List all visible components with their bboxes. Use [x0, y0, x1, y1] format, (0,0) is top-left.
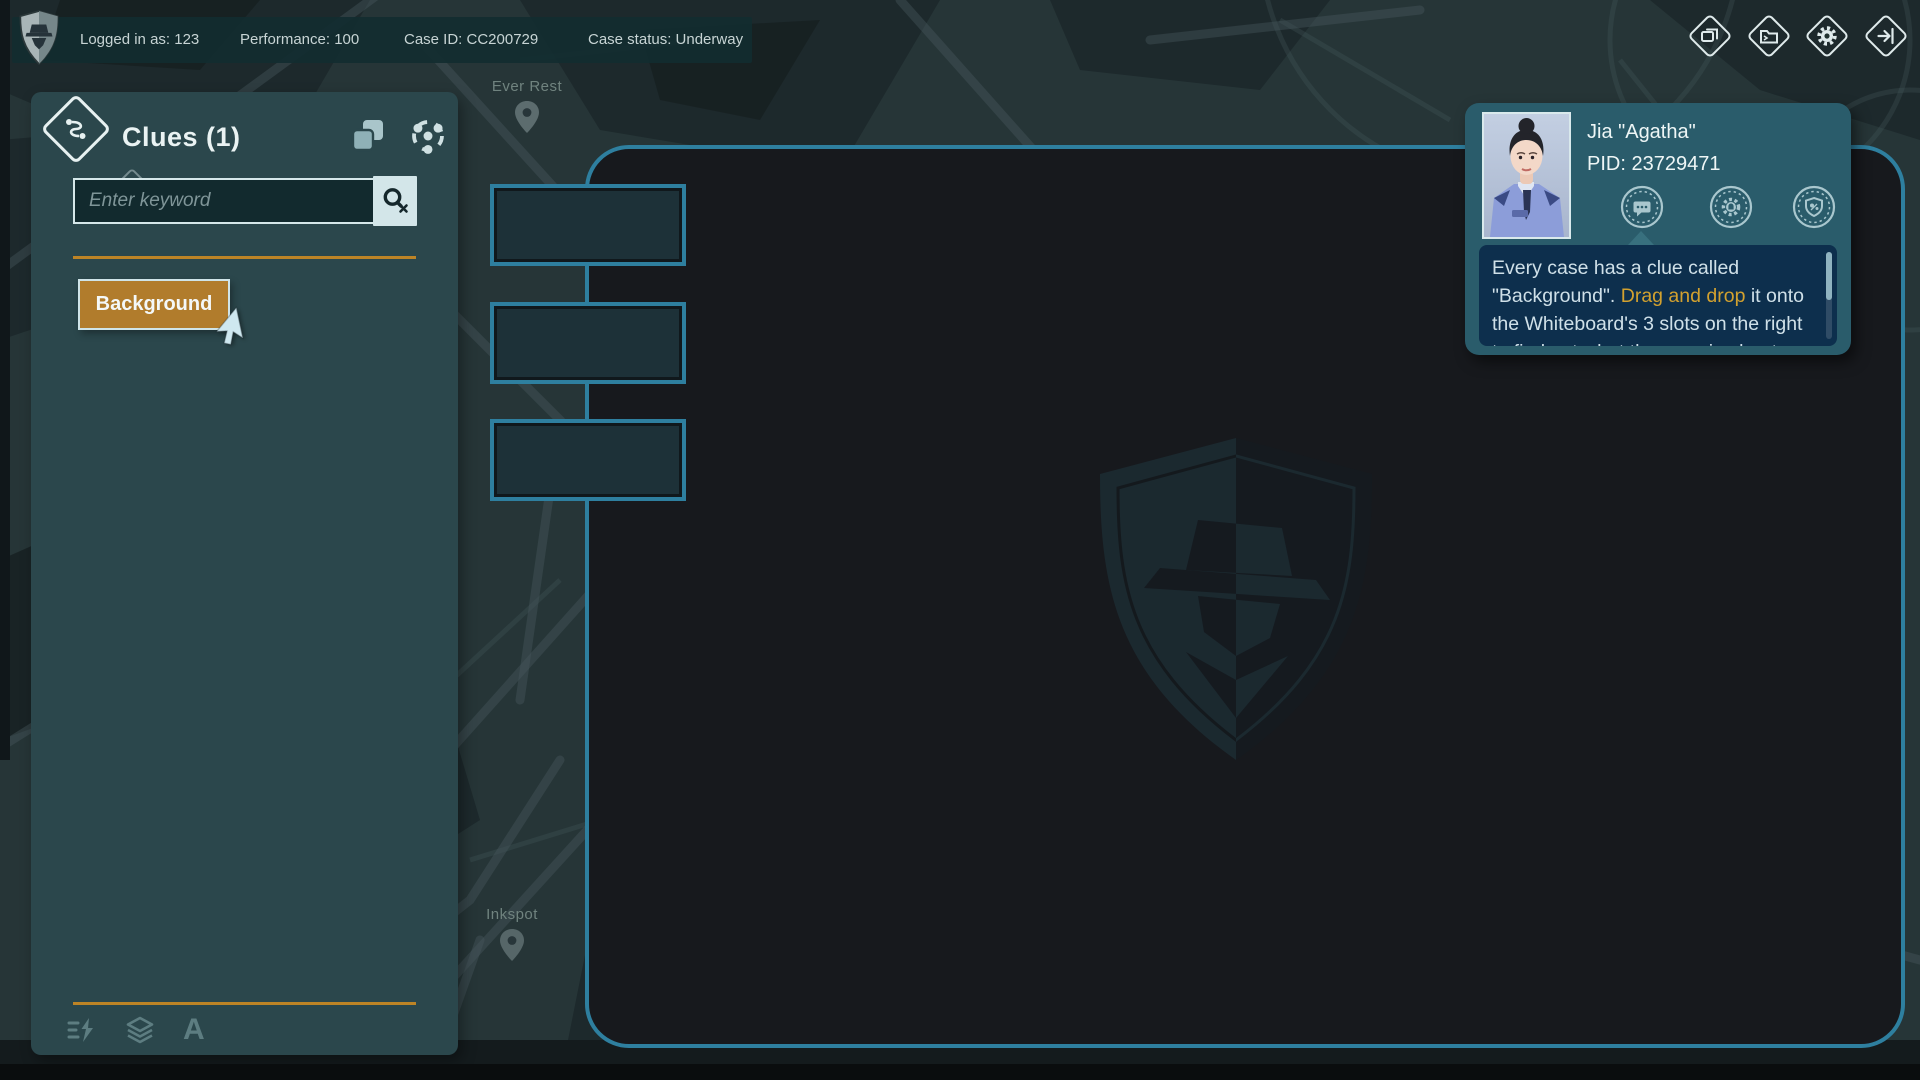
- tooltip-caret: [1628, 231, 1654, 245]
- whiteboard-slot-3[interactable]: [490, 419, 686, 501]
- search-row: [73, 176, 417, 226]
- text-icon[interactable]: A: [183, 1015, 205, 1045]
- clue-background-chip[interactable]: Background: [78, 279, 230, 330]
- map-label-ever-rest: Ever Rest: [492, 78, 562, 95]
- detective-card: Jia "Agatha" PID: 23729471: [1465, 103, 1851, 355]
- layers-icon[interactable]: [125, 1016, 155, 1044]
- detective-name: Jia "Agatha": [1587, 121, 1696, 144]
- avatar: [1482, 112, 1571, 239]
- whiteboard-slot-2[interactable]: [490, 302, 686, 384]
- hub-icon[interactable]: [409, 116, 447, 156]
- tooltip-highlight: Drag and drop: [1621, 285, 1746, 307]
- tooltip-scrollbar-thumb[interactable]: [1826, 252, 1832, 300]
- case-status: Case status: Underway: [588, 31, 743, 48]
- screens-icon: [1700, 26, 1720, 46]
- search-icon: [379, 185, 411, 217]
- assistant-tooltip: Every case has a clue called "Background…: [1479, 245, 1837, 346]
- tooltip-scrollbar[interactable]: [1826, 252, 1832, 339]
- quick-filter-icon[interactable]: [67, 1017, 97, 1043]
- performance-value: Performance: 100: [240, 31, 359, 48]
- search-input[interactable]: [73, 178, 373, 224]
- case-folder-icon: [1759, 26, 1779, 46]
- gear-badge-icon[interactable]: [1709, 185, 1753, 229]
- clues-route-icon: [41, 94, 112, 165]
- case-id: Case ID: CC200729: [404, 31, 538, 48]
- status-bar: Logged in as: 123 Performance: 100 Case …: [12, 17, 752, 63]
- logged-in-as: Logged in as: 123: [80, 31, 199, 48]
- settings-gear-icon: [1816, 25, 1838, 47]
- chat-icon[interactable]: [1620, 185, 1664, 229]
- clues-panel-title: Clues (1): [122, 122, 241, 153]
- exit-icon: [1876, 26, 1896, 46]
- divider: [73, 256, 416, 259]
- clues-toolbar: A: [67, 1012, 427, 1048]
- map-pin-icon: [499, 928, 525, 962]
- copy-icon[interactable]: [351, 118, 385, 154]
- clues-panel: Clues (1): [31, 92, 458, 1055]
- divider: [73, 1002, 416, 1005]
- detective-pid: PID: 23729471: [1587, 153, 1720, 176]
- game-screen: Ever Rest Inkspot: [0, 0, 1920, 1080]
- agency-logo-icon: [18, 10, 60, 66]
- whiteboard-slot-1[interactable]: [490, 184, 686, 266]
- detective-shield-watermark: [1086, 434, 1386, 764]
- search-button[interactable]: [373, 176, 417, 226]
- shield-badge-icon[interactable]: [1792, 185, 1836, 229]
- map-pin-icon: [514, 100, 540, 134]
- map-label-inkspot: Inkspot: [486, 906, 538, 923]
